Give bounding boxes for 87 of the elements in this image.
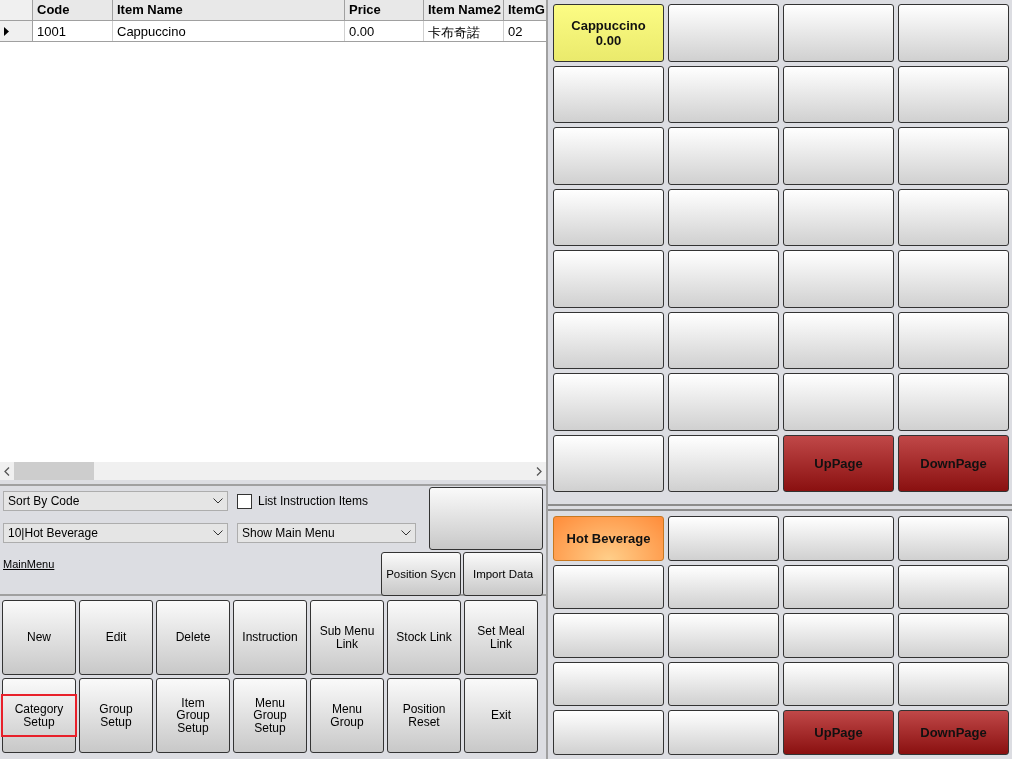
empty-tile-button[interactable] bbox=[898, 127, 1009, 185]
chevron-down-icon bbox=[401, 530, 411, 536]
chevron-down-icon bbox=[213, 498, 223, 504]
empty-tile-button[interactable] bbox=[553, 661, 664, 706]
action-button[interactable]: Position Reset bbox=[387, 678, 461, 753]
empty-tile-button[interactable] bbox=[668, 311, 779, 369]
empty-tile-button[interactable] bbox=[898, 4, 1009, 62]
scrollbar-thumb[interactable] bbox=[14, 462, 94, 480]
empty-tile-button[interactable] bbox=[898, 250, 1009, 308]
empty-tile-button[interactable] bbox=[898, 311, 1009, 369]
empty-tile-button[interactable] bbox=[898, 564, 1009, 609]
column-header[interactable]: Price bbox=[345, 0, 424, 20]
category-button[interactable]: Hot Beverage bbox=[553, 516, 664, 561]
empty-tile-button[interactable] bbox=[668, 564, 779, 609]
list-instruction-checkbox[interactable]: List Instruction Items bbox=[237, 493, 369, 509]
empty-tile-button[interactable] bbox=[668, 710, 779, 755]
empty-tile-button[interactable] bbox=[668, 516, 779, 561]
chevron-down-icon bbox=[213, 530, 223, 536]
empty-tile-button[interactable] bbox=[898, 373, 1009, 431]
blank-button[interactable] bbox=[429, 487, 543, 550]
empty-tile-button[interactable] bbox=[668, 434, 779, 492]
main-menu-link[interactable]: MainMenu bbox=[3, 558, 55, 570]
panel-button[interactable]: Position Sycn bbox=[381, 552, 461, 596]
action-button[interactable]: Category Setup bbox=[2, 678, 76, 753]
empty-tile-button[interactable] bbox=[553, 564, 664, 609]
empty-tile-button[interactable] bbox=[783, 516, 894, 561]
action-button[interactable]: Menu Group bbox=[310, 678, 384, 753]
action-button[interactable]: Group Setup bbox=[79, 678, 153, 753]
empty-tile-button[interactable] bbox=[668, 127, 779, 185]
panel-button[interactable]: Import Data bbox=[463, 552, 543, 596]
empty-tile-button[interactable] bbox=[553, 710, 664, 755]
empty-tile-button[interactable] bbox=[553, 250, 664, 308]
action-button[interactable]: Edit bbox=[79, 600, 153, 675]
row-header-cell[interactable] bbox=[0, 21, 33, 41]
empty-tile-button[interactable] bbox=[553, 65, 664, 123]
action-button[interactable]: Set Meal Link bbox=[464, 600, 538, 675]
empty-tile-button[interactable] bbox=[553, 188, 664, 246]
empty-tile-button[interactable] bbox=[668, 65, 779, 123]
empty-tile-button[interactable] bbox=[553, 127, 664, 185]
empty-tile-button[interactable] bbox=[668, 250, 779, 308]
menu-dropdown[interactable]: Show Main Menu bbox=[237, 523, 416, 543]
action-button[interactable]: Instruction bbox=[233, 600, 307, 675]
empty-tile-button[interactable] bbox=[783, 250, 894, 308]
table-cell: Cappuccino bbox=[113, 21, 345, 41]
empty-tile-button[interactable] bbox=[783, 4, 894, 62]
action-button[interactable]: Stock Link bbox=[387, 600, 461, 675]
action-button[interactable]: Exit bbox=[464, 678, 538, 753]
empty-tile-button[interactable] bbox=[668, 4, 779, 62]
column-header[interactable]: Item Name2 bbox=[424, 0, 504, 20]
empty-tile-button[interactable] bbox=[783, 661, 894, 706]
empty-tile-button[interactable] bbox=[553, 311, 664, 369]
empty-tile-button[interactable] bbox=[783, 188, 894, 246]
empty-tile-button[interactable] bbox=[668, 188, 779, 246]
action-button[interactable]: Menu Group Setup bbox=[233, 678, 307, 753]
row-pointer-icon bbox=[4, 26, 9, 36]
empty-tile-button[interactable] bbox=[783, 65, 894, 123]
column-header[interactable]: Code bbox=[33, 0, 113, 20]
column-header[interactable]: Item Name bbox=[113, 0, 345, 20]
empty-tile-button[interactable] bbox=[668, 661, 779, 706]
empty-tile-button[interactable] bbox=[783, 311, 894, 369]
empty-tile-button[interactable] bbox=[783, 564, 894, 609]
empty-tile-button[interactable] bbox=[668, 613, 779, 658]
empty-tile-button[interactable] bbox=[668, 373, 779, 431]
menu-item-button[interactable]: Cappuccino 0.00 bbox=[553, 4, 664, 62]
scroll-right-icon[interactable] bbox=[536, 466, 542, 476]
action-button[interactable]: New bbox=[2, 600, 76, 675]
empty-tile-button[interactable] bbox=[553, 613, 664, 658]
empty-tile-button[interactable] bbox=[898, 516, 1009, 561]
table-cell: 卡布奇諾 bbox=[424, 21, 504, 41]
empty-tile-button[interactable] bbox=[783, 127, 894, 185]
table-cell: 0.00 bbox=[345, 21, 424, 41]
action-button[interactable]: Item Group Setup bbox=[156, 678, 230, 753]
empty-tile-button[interactable] bbox=[783, 373, 894, 431]
empty-tile-button[interactable] bbox=[553, 434, 664, 492]
sort-dropdown[interactable]: Sort By Code bbox=[3, 491, 228, 511]
scroll-left-icon[interactable] bbox=[4, 466, 10, 476]
empty-tile-button[interactable] bbox=[783, 613, 894, 658]
action-button[interactable]: Delete bbox=[156, 600, 230, 675]
table-cell: 1001 bbox=[33, 21, 113, 41]
empty-tile-button[interactable] bbox=[898, 188, 1009, 246]
action-button[interactable]: Sub Menu Link bbox=[310, 600, 384, 675]
horizontal-scrollbar[interactable] bbox=[0, 462, 546, 480]
category-dropdown[interactable]: 10|Hot Beverage bbox=[3, 523, 228, 543]
empty-tile-button[interactable] bbox=[553, 373, 664, 431]
empty-tile-button[interactable] bbox=[898, 613, 1009, 658]
empty-tile-button[interactable] bbox=[898, 661, 1009, 706]
empty-tile-button[interactable] bbox=[898, 65, 1009, 123]
